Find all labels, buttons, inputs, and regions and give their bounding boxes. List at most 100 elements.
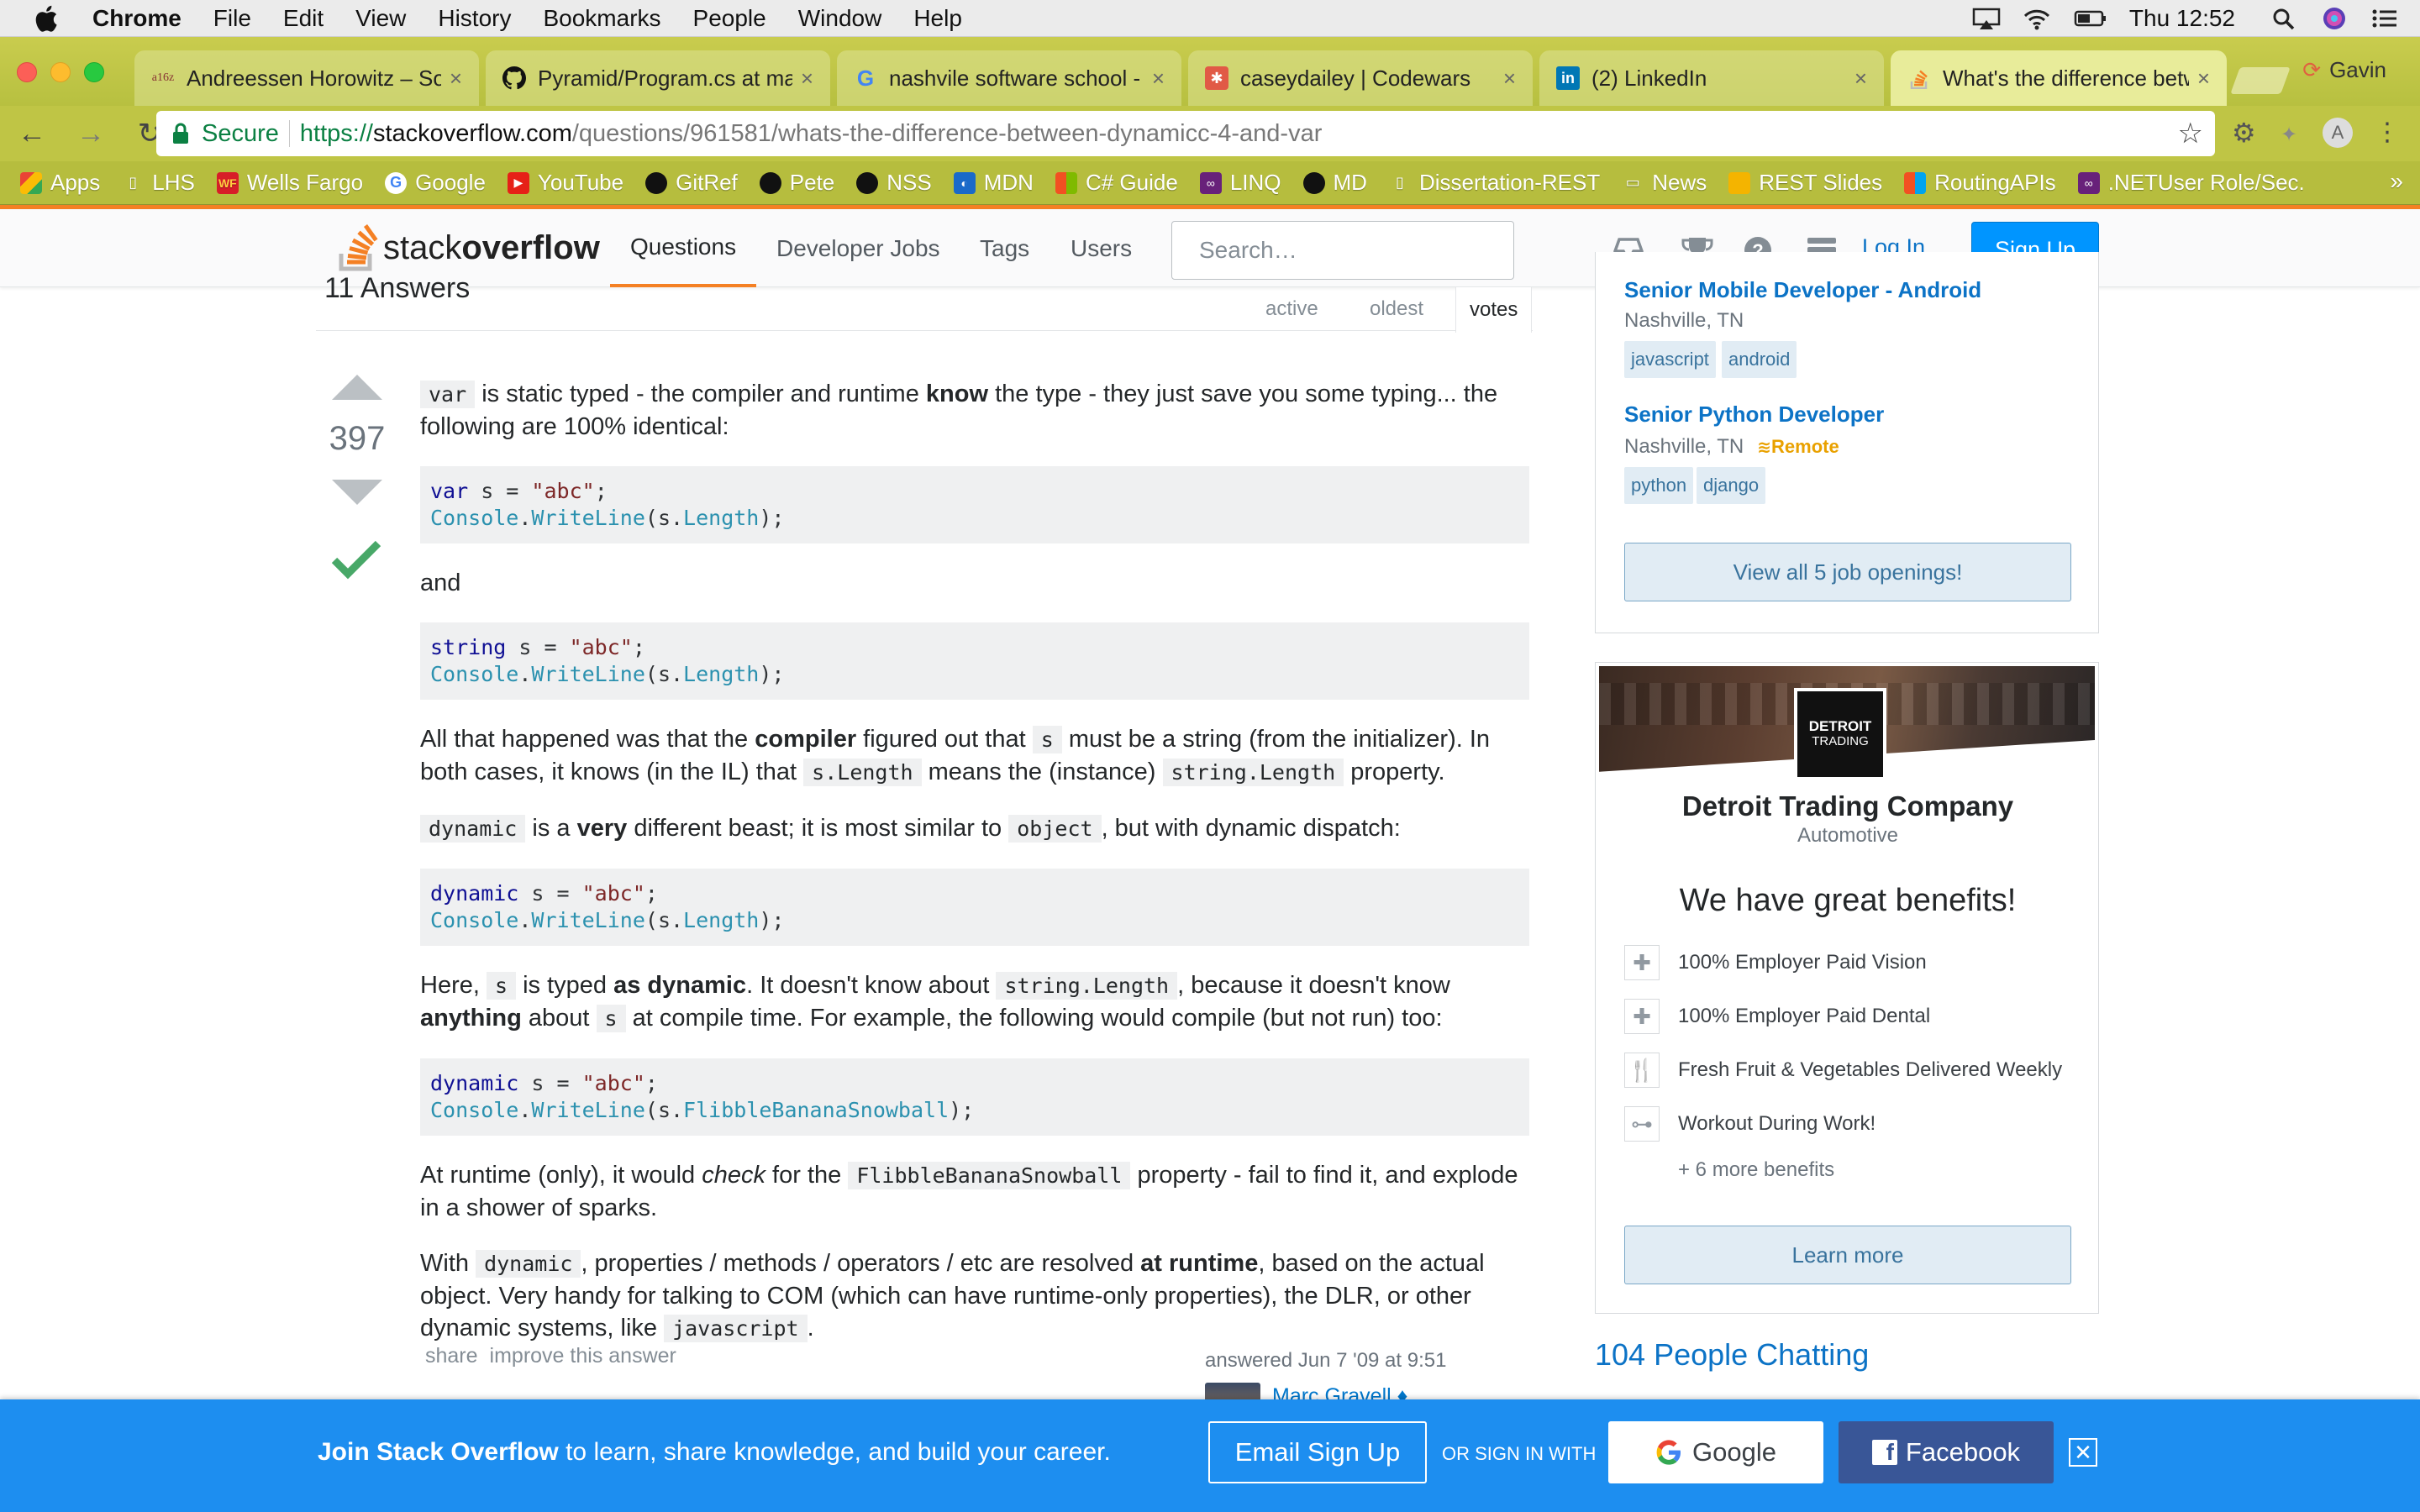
- view-all-jobs-button[interactable]: View all 5 job openings!: [1624, 543, 2071, 601]
- downvote-arrow-icon[interactable]: [332, 480, 382, 505]
- menu-chrome[interactable]: Chrome: [92, 5, 182, 32]
- battery-icon[interactable]: [2072, 7, 2109, 30]
- bookmark-dissertation-rest[interactable]: ▯ Dissertation-REST: [1389, 170, 1600, 196]
- close-window-button[interactable]: [17, 62, 37, 82]
- browser-tab[interactable]: in (2) LinkedIn ×: [1539, 50, 1884, 106]
- bookmark-wells-fargo[interactable]: WF Wells Fargo: [216, 170, 363, 196]
- bookmark-rest-slides[interactable]: REST Slides: [1728, 170, 1882, 196]
- profile-button[interactable]: ⟳ Gavin: [2302, 57, 2386, 83]
- job-title-link[interactable]: Senior Python Developer: [1624, 402, 1884, 428]
- github-icon: [1302, 171, 1325, 194]
- minimize-window-button[interactable]: [50, 62, 71, 82]
- bookmark-pete[interactable]: Pete: [759, 170, 834, 196]
- close-tab-icon[interactable]: ×: [2197, 66, 2210, 92]
- job-tag[interactable]: javascript: [1624, 341, 1716, 378]
- menu-clock[interactable]: Thu 12:52: [2129, 5, 2235, 32]
- sort-tab-votes[interactable]: votes: [1455, 287, 1533, 333]
- nav-developer-jobs[interactable]: Developer Jobs: [776, 209, 940, 287]
- upvote-arrow-icon[interactable]: [332, 375, 382, 400]
- close-tab-icon[interactable]: ×: [1503, 66, 1516, 92]
- extension-icon[interactable]: ✦: [2281, 123, 2304, 146]
- browser-tab[interactable]: Pyramid/Program.cs at ma ×: [486, 50, 830, 106]
- nav-tags[interactable]: Tags: [980, 209, 1029, 287]
- google-sign-in-button[interactable]: Google: [1608, 1421, 1823, 1483]
- nav-questions[interactable]: Questions: [610, 209, 757, 287]
- forward-arrow-icon[interactable]: →: [74, 117, 108, 150]
- facebook-sign-in-button[interactable]: f Facebook: [1839, 1421, 2054, 1483]
- bookmark-mdn[interactable]: ◐ MDN: [953, 170, 1034, 196]
- new-tab-button[interactable]: [2230, 67, 2291, 94]
- back-arrow-icon[interactable]: ←: [15, 117, 49, 150]
- url-host: stackoverflow.com: [372, 119, 572, 147]
- browser-tab[interactable]: ✱ caseydailey | Codewars ×: [1188, 50, 1533, 106]
- bookmarks-overflow-icon[interactable]: »: [2390, 168, 2403, 195]
- bookmark-label: C# Guide: [1085, 170, 1178, 195]
- job-tag[interactable]: python: [1624, 467, 1694, 504]
- apple-icon[interactable]: [32, 3, 59, 34]
- job-tag[interactable]: android: [1722, 341, 1797, 378]
- company-name[interactable]: Detroit Trading Company: [1596, 790, 2098, 822]
- close-tab-icon[interactable]: ×: [1854, 66, 1867, 92]
- company-logo[interactable]: DETROIT TRADING: [1794, 688, 1886, 780]
- menu-window[interactable]: Window: [798, 5, 882, 32]
- account-avatar-icon[interactable]: A: [2323, 118, 2353, 148]
- airplay-icon[interactable]: [1971, 7, 2002, 30]
- bookmark-linq[interactable]: ∞ LINQ: [1199, 170, 1281, 196]
- menu-people[interactable]: People: [693, 5, 766, 32]
- menu-history[interactable]: History: [438, 5, 511, 32]
- a16z-icon: a16z: [151, 71, 175, 84]
- address-bar[interactable]: Secure https:// stackoverflow.com /quest…: [156, 111, 2215, 156]
- bookmark-youtube[interactable]: ▶ YouTube: [507, 170, 623, 196]
- notification-center-icon[interactable]: [2370, 7, 2400, 30]
- close-banner-icon[interactable]: ✕: [2069, 1438, 2097, 1467]
- bookmark-md[interactable]: MD: [1302, 170, 1367, 196]
- chrome-menu-icon[interactable]: ⋮: [2375, 116, 2400, 150]
- close-tab-icon[interactable]: ×: [450, 66, 462, 92]
- bookmark-star-icon[interactable]: ☆: [2178, 117, 2203, 150]
- menu-help[interactable]: Help: [913, 5, 962, 32]
- spotlight-search-icon[interactable]: [2269, 7, 2299, 30]
- extension-gear-icon[interactable]: ⚙: [2232, 118, 2262, 148]
- linkedin-icon: in: [1556, 66, 1580, 90]
- bookmark-netuser-role[interactable]: ∞ .NETUser Role/Sec.: [2077, 170, 2305, 196]
- accepted-checkmark-icon: [331, 540, 381, 580]
- browser-tab-active[interactable]: What's the difference betw ×: [1891, 50, 2227, 106]
- close-tab-icon[interactable]: ×: [1152, 66, 1165, 92]
- siri-icon[interactable]: [2319, 7, 2349, 30]
- answer-post-body: var is static typed - the compiler and r…: [420, 378, 1529, 1368]
- improve-answer-link[interactable]: improve this answer: [490, 1344, 676, 1368]
- sort-tab-oldest[interactable]: oldest: [1370, 287, 1423, 331]
- sort-tab-active[interactable]: active: [1265, 287, 1318, 331]
- close-tab-icon[interactable]: ×: [801, 66, 813, 92]
- bookmark-gitref[interactable]: GitRef: [645, 170, 738, 196]
- bookmark-nss[interactable]: NSS: [856, 170, 932, 196]
- job-title-link[interactable]: Senior Mobile Developer - Android: [1624, 277, 1981, 303]
- menu-view[interactable]: View: [355, 5, 406, 32]
- stackoverflow-logo[interactable]: stack overflow: [336, 221, 600, 275]
- learn-more-button[interactable]: Learn more: [1624, 1226, 2071, 1284]
- search-input[interactable]: Search…: [1171, 221, 1514, 280]
- answer-paragraph: All that happened was that the compiler …: [420, 726, 1491, 786]
- bookmark-routingapis[interactable]: RoutingAPIs: [1904, 170, 2056, 196]
- bookmark-lhs[interactable]: ▯ LHS: [122, 170, 195, 196]
- bookmark-apps[interactable]: Apps: [20, 170, 100, 196]
- browser-tab[interactable]: G nashvile software school - ×: [837, 50, 1181, 106]
- bookmark-csharp-guide[interactable]: C# Guide: [1055, 170, 1178, 196]
- nav-users[interactable]: Users: [1071, 209, 1132, 287]
- share-link[interactable]: share: [425, 1344, 478, 1368]
- wifi-icon[interactable]: [2022, 7, 2052, 30]
- google-icon: G: [856, 65, 875, 91]
- or-sign-in-label: OR SIGN IN WITH: [1442, 1443, 1597, 1464]
- zoom-window-button[interactable]: [84, 62, 104, 82]
- bookmark-news[interactable]: ▭ News: [1622, 170, 1707, 196]
- codewars-icon: ✱: [1205, 66, 1228, 90]
- job-tag[interactable]: django: [1697, 467, 1766, 504]
- browser-tab[interactable]: a16z Andreessen Horowitz – Sof ×: [134, 50, 479, 106]
- people-chatting-link[interactable]: 104 People Chatting: [1595, 1337, 1869, 1373]
- bookmark-google[interactable]: G Google: [385, 170, 486, 196]
- menu-edit[interactable]: Edit: [283, 5, 324, 32]
- email-sign-up-button[interactable]: Email Sign Up: [1208, 1421, 1427, 1483]
- menu-file[interactable]: File: [213, 5, 251, 32]
- menu-bookmarks[interactable]: Bookmarks: [543, 5, 660, 32]
- bookmark-label: NSS: [886, 170, 932, 195]
